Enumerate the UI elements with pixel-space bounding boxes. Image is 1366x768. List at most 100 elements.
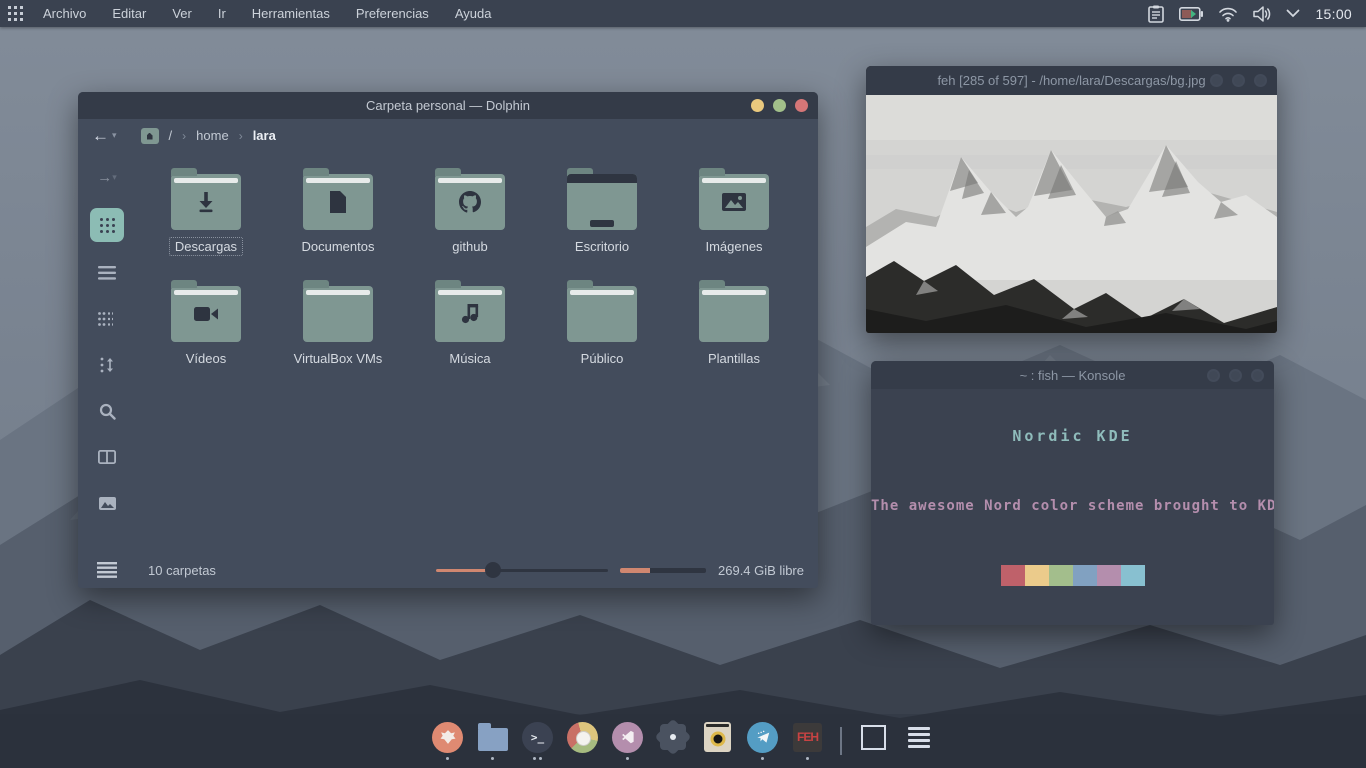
close-button[interactable] [1254, 74, 1267, 87]
forward-button[interactable]: → ▾ [90, 162, 124, 192]
breadcrumb-lara[interactable]: lara [249, 128, 280, 143]
menu-preferencias[interactable]: Preferencias [343, 0, 442, 27]
split-view-button[interactable] [90, 442, 124, 472]
hamburger-menu-icon [908, 727, 930, 748]
statusbar-menu-button[interactable] [78, 562, 136, 578]
dock-media-player[interactable] [701, 721, 735, 761]
telegram-icon [753, 727, 773, 747]
menu-ayuda[interactable]: Ayuda [442, 0, 505, 27]
dock-chromium[interactable] [566, 721, 600, 761]
dolphin-toolbar: ← ▾ / › home › lara [78, 119, 818, 152]
zoom-slider-handle[interactable] [485, 562, 501, 578]
volume-icon[interactable] [1253, 6, 1271, 22]
folder-item-github[interactable]: github [404, 166, 536, 278]
forward-arrow-icon: → [97, 170, 112, 185]
dock-firefox[interactable] [431, 721, 465, 761]
forward-history-caret-icon: ▾ [112, 172, 117, 183]
show-desktop-icon [861, 725, 886, 750]
palette-swatch-purple [1097, 565, 1121, 586]
dolphin-window: Carpeta personal — Dolphin ← ▾ / › home … [78, 92, 818, 588]
firefox-icon [438, 727, 458, 747]
music-note-icon [435, 286, 505, 342]
maximize-button[interactable] [773, 99, 786, 112]
hamburger-menu-icon [97, 562, 117, 578]
dock-separator [840, 727, 842, 755]
folder-item-virtualbox-vms[interactable]: VirtualBox VMs [272, 278, 404, 390]
chevron-down-icon[interactable] [1286, 9, 1300, 18]
app-launcher-button[interactable] [0, 0, 30, 27]
details-view-button[interactable] [90, 258, 124, 288]
breadcrumb-home[interactable]: home [192, 128, 233, 143]
clock[interactable]: 15:00 [1315, 6, 1352, 22]
download-icon [171, 174, 241, 230]
folder-item-musica[interactable]: Música [404, 278, 536, 390]
dock-menu[interactable] [902, 721, 936, 761]
folder-item-documentos[interactable]: Documentos [272, 166, 404, 278]
app-grid-icon [8, 6, 23, 21]
split-view-icon [98, 450, 116, 464]
menu-archivo[interactable]: Archivo [30, 0, 99, 27]
battery-icon[interactable] [1179, 7, 1203, 21]
close-button[interactable] [1251, 369, 1264, 382]
folder-item-videos[interactable]: Vídeos [140, 278, 272, 390]
palette-swatch-yellow [1025, 565, 1049, 586]
free-space-label: 269.4 GiB libre [718, 563, 804, 578]
folder-icon [478, 728, 508, 751]
close-button[interactable] [795, 99, 808, 112]
minimize-button[interactable] [1207, 369, 1220, 382]
compact-view-button[interactable] [90, 304, 124, 334]
folder-item-imagenes[interactable]: Imágenes [668, 166, 800, 278]
dock-file-manager[interactable] [476, 721, 510, 761]
palette-swatch-red [1001, 565, 1025, 586]
dock-feh[interactable]: FEH [791, 721, 825, 761]
home-breadcrumb-icon[interactable] [141, 128, 159, 144]
wifi-icon[interactable] [1218, 6, 1238, 22]
folder-count-label: 10 carpetas [148, 563, 216, 578]
dock-system-settings[interactable] [656, 721, 690, 761]
minimize-button[interactable] [751, 99, 764, 112]
search-icon [99, 403, 116, 420]
palette-swatch-green [1049, 565, 1073, 586]
global-menubar: Archivo Editar Ver Ir Herramientas Prefe… [0, 0, 1366, 27]
document-icon [303, 174, 373, 230]
folder-item-plantillas[interactable]: Plantillas [668, 278, 800, 390]
preview-button[interactable] [90, 488, 124, 518]
sort-button[interactable] [90, 350, 124, 380]
folder-item-publico[interactable]: Público [536, 278, 668, 390]
chevron-separator-icon: › [239, 129, 243, 143]
menu-herramientas[interactable]: Herramientas [239, 0, 343, 27]
dolphin-titlebar[interactable]: Carpeta personal — Dolphin [78, 92, 818, 119]
clipboard-icon[interactable] [1148, 5, 1164, 23]
vscode-icon [619, 728, 637, 746]
terminal-subtitle: The awesome Nord color scheme brought to… [871, 498, 1274, 514]
icons-view-button[interactable] [90, 208, 124, 242]
gear-icon [660, 724, 686, 750]
dock-telegram[interactable] [746, 721, 780, 761]
dolphin-window-title: Carpeta personal — Dolphin [78, 98, 818, 113]
chromium-icon [567, 722, 598, 753]
folder-item-descargas[interactable]: Descargas [140, 166, 272, 278]
folder-item-escritorio[interactable]: Escritorio [536, 166, 668, 278]
image-icon [699, 174, 769, 230]
breadcrumb-root[interactable]: / [165, 128, 177, 143]
disk-usage-bar [620, 568, 706, 573]
back-button[interactable]: ← ▾ [88, 125, 121, 146]
zoom-slider[interactable] [436, 562, 608, 578]
dock-vscode[interactable] [611, 721, 645, 761]
search-button[interactable] [90, 396, 124, 426]
menu-ver[interactable]: Ver [159, 0, 205, 27]
terminal-output[interactable]: Nordic KDE The awesome Nord color scheme… [871, 389, 1274, 625]
dolphin-side-toolbar: → ▾ [78, 152, 136, 552]
dock-show-desktop[interactable] [857, 721, 891, 761]
maximize-button[interactable] [1229, 369, 1242, 382]
maximize-button[interactable] [1232, 74, 1245, 87]
feh-titlebar[interactable]: feh [285 of 597] - /home/lara/Descargas/… [866, 66, 1277, 95]
minimize-button[interactable] [1210, 74, 1223, 87]
dock-terminal[interactable]: >_ [521, 721, 555, 761]
konsole-titlebar[interactable]: ~ : fish — Konsole [871, 361, 1274, 389]
system-tray: 15:00 [1148, 5, 1366, 23]
compact-view-icon [98, 312, 116, 326]
speaker-icon [704, 722, 731, 752]
menu-editar[interactable]: Editar [99, 0, 159, 27]
menu-ir[interactable]: Ir [205, 0, 239, 27]
